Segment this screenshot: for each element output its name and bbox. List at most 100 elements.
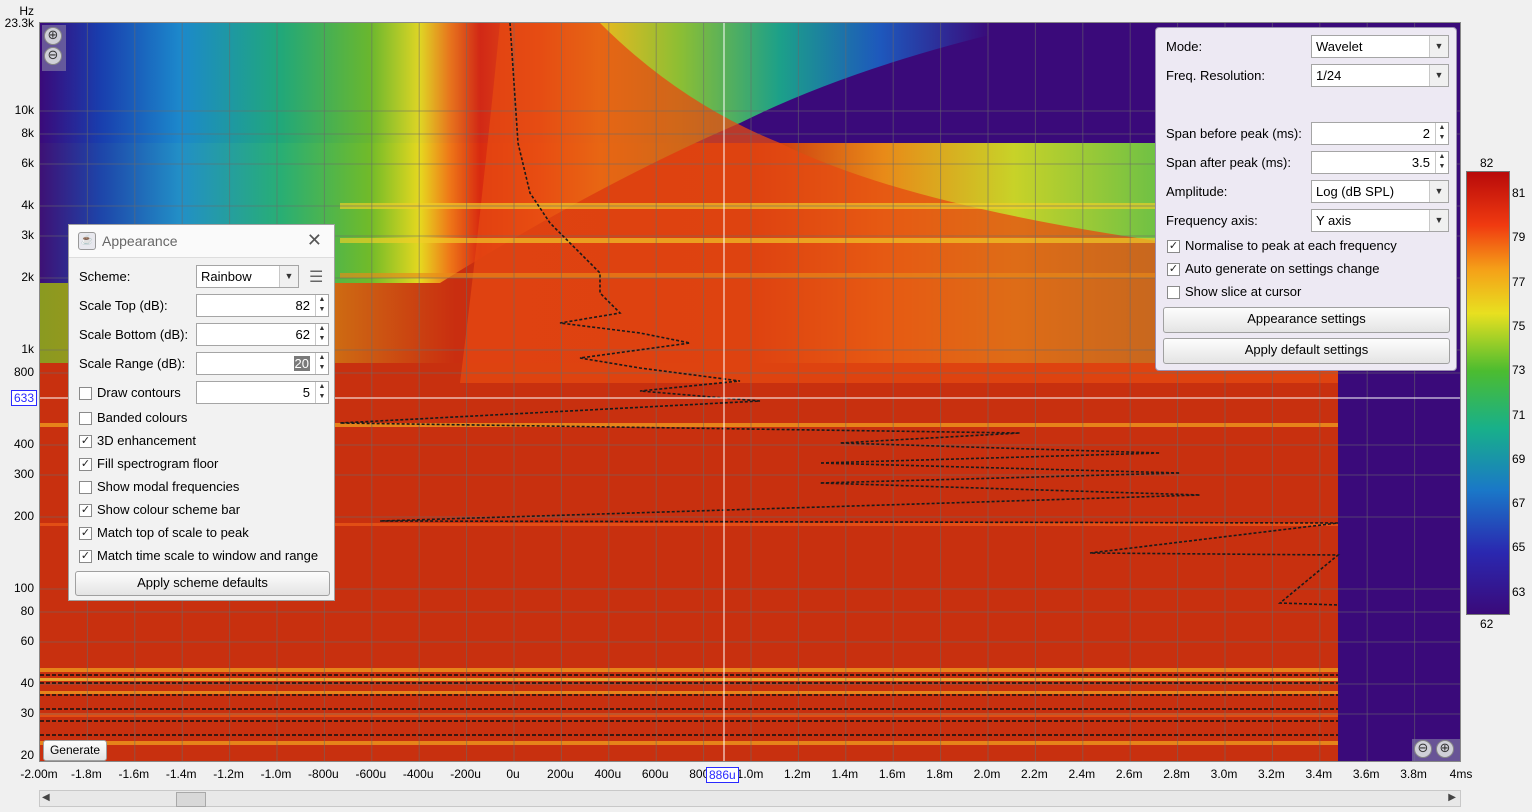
spinner-icon[interactable]: ▲ ▼ [315,382,328,403]
checkbox-appearance-0[interactable] [79,412,92,425]
appearance-panel: ☕ Appearance ✕ Scheme: Rainbow ▼ ☰ Scale… [68,224,335,601]
apply-default-settings-button[interactable]: Apply default settings [1163,338,1450,364]
span-before-label: Span before peak (ms): [1166,126,1302,141]
appearance-title: Appearance [102,233,178,249]
appearance-settings-button[interactable]: Appearance settings [1163,307,1450,333]
scale-range-input[interactable]: 20 ▲ ▼ [196,352,329,375]
y-tick-label: 10k [14,103,34,117]
scroll-right-icon[interactable]: ▶ [1448,792,1456,803]
zoom-out-icon[interactable]: ⊖ [44,47,62,65]
scale-bottom-input[interactable]: 62 ▲ ▼ [196,323,329,346]
chevron-down-icon: ▼ [279,266,298,287]
checkbox-appearance-4[interactable]: ✓ [79,504,92,517]
x-tick-label: 1.4m [831,767,859,781]
freq-resolution-select[interactable]: 1/24 ▼ [1311,64,1449,87]
span-before-input[interactable]: 2 ▲ ▼ [1311,122,1449,145]
draw-contours-checkbox[interactable] [79,387,92,400]
checkbox-appearance-3[interactable] [79,481,92,494]
span-after-label: Span after peak (ms): [1166,155,1291,170]
checkbox-appearance-6[interactable]: ✓ [79,550,92,563]
spectrogram-settings-panel: Mode: Wavelet ▼ Freq. Resolution: 1/24 ▼… [1155,27,1457,371]
x-tick-label: 3.8m [1400,767,1427,781]
scale-tick-label: 79 [1512,230,1526,245]
scale-tick-label: 65 [1512,540,1526,555]
x-tick-label: 1.2m [784,767,811,781]
x-tick-label: 2.2m [1021,767,1048,781]
scale-top-label: Scale Top (dB): [79,298,168,313]
draw-contours-label: Draw contours [97,385,181,400]
x-tick-label: 400u [594,767,622,781]
scale-top-value: 82 [295,298,310,313]
x-tick-label: -1.8m [71,767,102,781]
vertical-zoom-controls: ⊕ ⊖ [42,25,66,71]
x-tick-label: -1.6m [118,767,150,781]
scale-tick-label: 63 [1512,584,1526,599]
spinner-icon[interactable]: ▲ ▼ [315,353,328,374]
x-tick-label: 2.4m [1068,767,1096,781]
spinner-icon[interactable]: ▲ ▼ [315,324,328,345]
checkbox-settings-2[interactable] [1167,286,1180,299]
scheme-select[interactable]: Rainbow ▼ [196,265,299,288]
y-tick-label: 6k [21,156,34,170]
spinner-icon[interactable]: ▲ ▼ [1435,123,1448,144]
mode-select[interactable]: Wavelet ▼ [1311,35,1449,58]
generate-button[interactable]: Generate [43,740,107,761]
x-tick-label: -1.0m [260,767,292,781]
scroll-left-icon[interactable]: ◀ [42,792,50,803]
amplitude-select[interactable]: Log (dB SPL) ▼ [1311,180,1449,203]
y-tick-label: 23.3k [4,16,34,30]
freq-resolution-value: 1/24 [1316,68,1342,83]
x-tick-label: 2.8m [1163,767,1190,781]
checkbox-label: Match top of scale to peak [97,525,249,540]
scheme-label: Scheme: [79,269,131,284]
x-tick-label: 0u [506,767,520,781]
frequency-axis-select[interactable]: Y axis ▼ [1311,209,1449,232]
close-icon[interactable]: ✕ [307,230,322,251]
x-tick-label: -1.4m [165,767,197,781]
checkbox-label: Show colour scheme bar [97,502,241,517]
checkbox-appearance-2[interactable]: ✓ [79,458,92,471]
span-after-input[interactable]: 3.5 ▲ ▼ [1311,151,1449,174]
zoom-in-icon[interactable]: ⊕ [44,27,62,45]
scale-tick-label: 77 [1512,274,1526,289]
y-tick-label: 8k [21,126,34,140]
checkbox-label: Banded colours [97,410,188,425]
scrollbar-thumb[interactable] [176,792,206,807]
y-tick-label: 4k [21,198,34,212]
checkbox-appearance-5[interactable]: ✓ [79,527,92,540]
zoom-in-icon[interactable]: ⊕ [1436,740,1454,758]
horizontal-scrollbar[interactable]: ◀ ▶ [39,790,1461,807]
span-before-value: 2 [1422,126,1430,141]
spinner-icon[interactable]: ▲ ▼ [1435,152,1448,173]
zoom-out-icon[interactable]: ⊖ [1414,740,1432,758]
y-tick-label: 800 [13,365,34,379]
x-tick-label: 3.6m [1352,767,1380,781]
contours-input[interactable]: 5 ▲ ▼ [196,381,329,404]
scheme-edit-icon[interactable]: ☰ [309,267,323,287]
x-tick-label: 2.6m [1115,767,1143,781]
cursor-frequency-tag: 633 [11,390,38,406]
scale-range-value: 20 [293,356,310,371]
x-tick-label: 3.2m [1258,767,1285,781]
checkbox-appearance-1[interactable]: ✓ [79,435,92,448]
y-tick-label: 20 [20,748,34,762]
scale-tick-label: 67 [1512,496,1526,511]
checkbox-settings-1[interactable]: ✓ [1167,263,1180,276]
scale-tick-label: 73 [1512,363,1526,378]
x-tick-label: 3.4m [1305,767,1333,781]
x-tick-label: 1.6m [878,767,906,781]
y-tick-label: 80 [20,604,34,618]
scale-tick-label: 69 [1512,451,1526,466]
x-tick-label: -600u [355,767,387,781]
checkbox-settings-0[interactable]: ✓ [1167,240,1180,253]
scale-range-label: Scale Range (dB): [79,356,186,371]
appearance-title-bar[interactable]: ☕ Appearance ✕ [69,225,334,258]
y-tick-label: 200 [13,509,34,523]
checkbox-label: Show modal frequencies [97,479,240,494]
checkbox-label: Auto generate on settings change [1185,261,1380,276]
x-tick-label: -400u [402,767,434,781]
scale-top-input[interactable]: 82 ▲ ▼ [196,294,329,317]
spinner-icon[interactable]: ▲ ▼ [315,295,328,316]
apply-scheme-defaults-button[interactable]: Apply scheme defaults [75,571,330,596]
y-tick-label: 60 [20,634,34,648]
